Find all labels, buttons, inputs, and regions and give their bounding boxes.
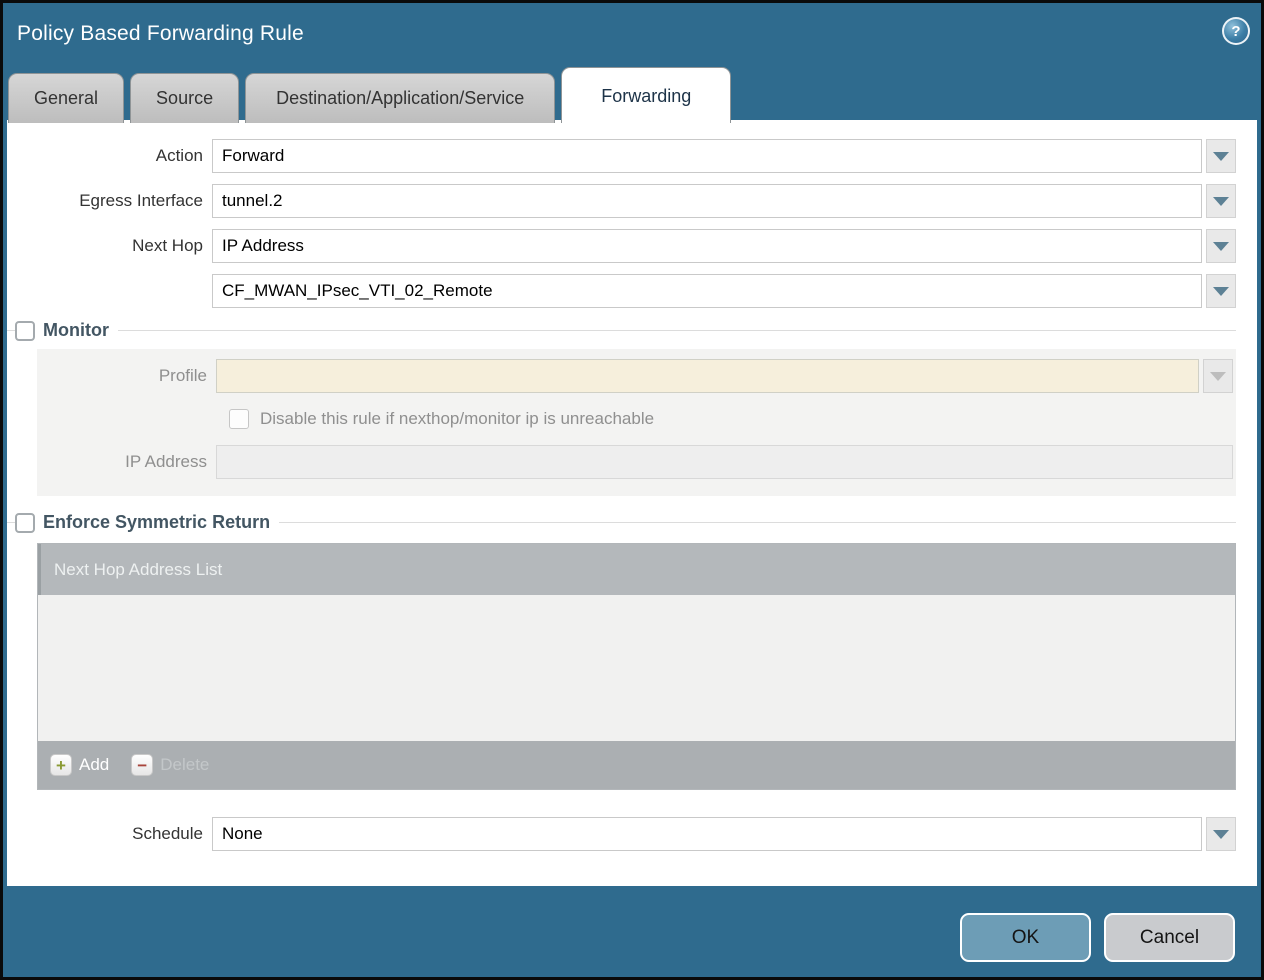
next-hop-combo: IP Address bbox=[212, 229, 1236, 263]
minus-glyph: − bbox=[137, 757, 147, 774]
next-hop-select[interactable]: IP Address bbox=[212, 229, 1202, 263]
action-row: Action Forward bbox=[7, 139, 1236, 173]
monitor-ip-input bbox=[216, 445, 1233, 479]
action-select[interactable]: Forward bbox=[212, 139, 1202, 173]
egress-interface-combo: tunnel.2 bbox=[212, 184, 1236, 218]
next-hop-label: Next Hop bbox=[7, 236, 212, 256]
help-icon[interactable]: ? bbox=[1222, 17, 1250, 45]
monitor-panel: Profile Disable this rule if nexthop/mon… bbox=[37, 349, 1236, 496]
disable-rule-checkbox bbox=[229, 409, 249, 429]
delete-button: − Delete bbox=[131, 754, 209, 776]
enforce-section-label: Enforce Symmetric Return bbox=[43, 512, 270, 533]
dialog-title: Policy Based Forwarding Rule bbox=[17, 22, 304, 46]
egress-interface-dropdown-button[interactable] bbox=[1206, 184, 1236, 218]
cancel-button[interactable]: Cancel bbox=[1104, 913, 1235, 962]
add-button[interactable]: + Add bbox=[50, 754, 109, 776]
forwarding-tab-panel: Action Forward Egress Interface tunnel.2… bbox=[7, 120, 1257, 886]
action-dropdown-button[interactable] bbox=[1206, 139, 1236, 173]
tab-source[interactable]: Source bbox=[130, 73, 239, 123]
next-hop-address-select[interactable]: CF_MWAN_IPsec_VTI_02_Remote bbox=[212, 274, 1202, 308]
tab-destination-application-service[interactable]: Destination/Application/Service bbox=[245, 73, 555, 123]
next-hop-address-dropdown-button[interactable] bbox=[1206, 274, 1236, 308]
tab-forwarding[interactable]: Forwarding bbox=[561, 67, 731, 123]
profile-select bbox=[216, 359, 1199, 393]
chevron-down-icon bbox=[1213, 287, 1229, 296]
profile-row: Profile bbox=[37, 359, 1233, 393]
table-footer: + Add − Delete bbox=[38, 741, 1235, 789]
dialog-actions: OK Cancel bbox=[960, 913, 1235, 962]
schedule-row: Schedule None bbox=[7, 817, 1236, 851]
delete-button-label: Delete bbox=[160, 755, 209, 775]
next-hop-row: Next Hop IP Address bbox=[7, 229, 1236, 263]
monitor-ip-label: IP Address bbox=[37, 452, 216, 472]
next-hop-address-row: CF_MWAN_IPsec_VTI_02_Remote bbox=[7, 274, 1236, 308]
schedule-combo: None bbox=[212, 817, 1236, 851]
table-body-empty[interactable] bbox=[38, 595, 1235, 741]
profile-label: Profile bbox=[37, 366, 216, 386]
plus-icon: + bbox=[50, 754, 72, 776]
action-label: Action bbox=[7, 146, 212, 166]
schedule-dropdown-button[interactable] bbox=[1206, 817, 1236, 851]
enforce-section-header: Enforce Symmetric Return bbox=[7, 512, 1236, 533]
ok-button[interactable]: OK bbox=[960, 913, 1091, 962]
enforce-symmetric-return-checkbox[interactable] bbox=[15, 513, 35, 533]
monitor-ip-row: IP Address bbox=[37, 445, 1233, 479]
monitor-section-header: Monitor bbox=[7, 320, 1236, 341]
disable-rule-label: Disable this rule if nexthop/monitor ip … bbox=[260, 409, 654, 429]
profile-dropdown-button bbox=[1203, 359, 1233, 393]
profile-combo bbox=[216, 359, 1233, 393]
dialog-window: Policy Based Forwarding Rule ? General S… bbox=[3, 3, 1261, 977]
egress-interface-select[interactable]: tunnel.2 bbox=[212, 184, 1202, 218]
plus-glyph: + bbox=[56, 757, 66, 774]
egress-interface-row: Egress Interface tunnel.2 bbox=[7, 184, 1236, 218]
chevron-down-icon bbox=[1213, 830, 1229, 839]
table-header: Next Hop Address List bbox=[38, 544, 1235, 595]
next-hop-address-list-table: Next Hop Address List + Add − Delete bbox=[37, 543, 1236, 790]
schedule-select[interactable]: None bbox=[212, 817, 1202, 851]
chevron-down-icon bbox=[1213, 197, 1229, 206]
chevron-down-icon bbox=[1213, 242, 1229, 251]
schedule-label: Schedule bbox=[7, 824, 212, 844]
chevron-down-icon bbox=[1213, 152, 1229, 161]
add-button-label: Add bbox=[79, 755, 109, 775]
tab-bar: General Source Destination/Application/S… bbox=[8, 67, 1256, 123]
next-hop-address-combo: CF_MWAN_IPsec_VTI_02_Remote bbox=[212, 274, 1236, 308]
action-combo: Forward bbox=[212, 139, 1236, 173]
egress-interface-label: Egress Interface bbox=[7, 191, 212, 211]
chevron-down-icon bbox=[1210, 372, 1226, 381]
disable-rule-row: Disable this rule if nexthop/monitor ip … bbox=[37, 409, 1233, 429]
tab-general[interactable]: General bbox=[8, 73, 124, 123]
monitor-ip-combo bbox=[216, 445, 1233, 479]
monitor-section-label: Monitor bbox=[43, 320, 109, 341]
monitor-checkbox[interactable] bbox=[15, 321, 35, 341]
minus-icon: − bbox=[131, 754, 153, 776]
next-hop-dropdown-button[interactable] bbox=[1206, 229, 1236, 263]
